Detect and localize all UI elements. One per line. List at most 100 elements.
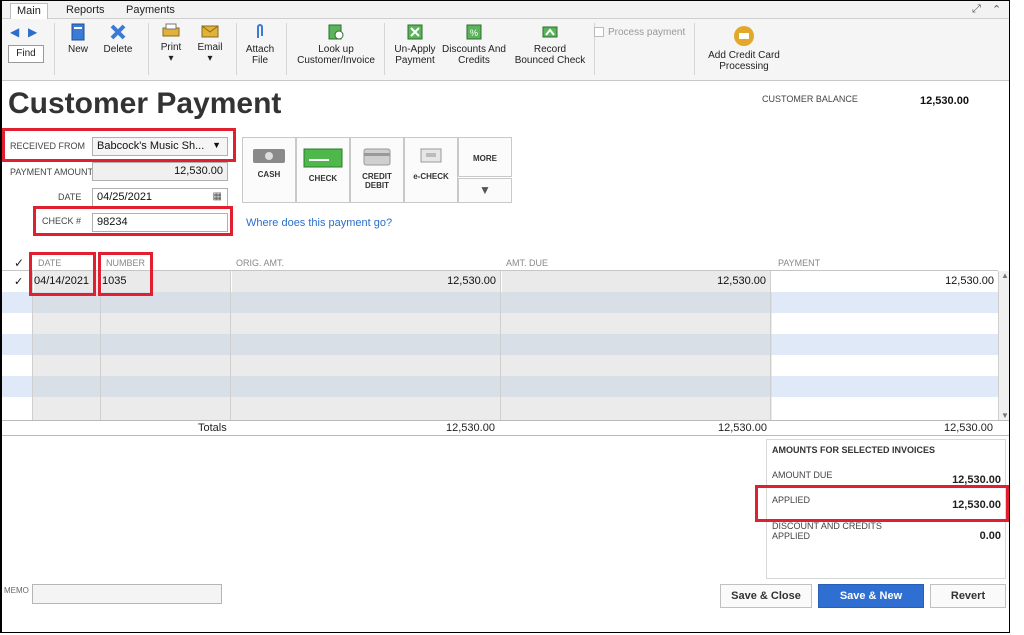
col-orig-amt[interactable]: ORIG. AMT. (236, 258, 284, 268)
delete-button[interactable]: Delete (100, 23, 136, 55)
bounced-label-1: Record (533, 44, 567, 55)
row-payment[interactable]: 12,530.00 (772, 271, 996, 292)
credit-card-circle-icon (734, 26, 754, 46)
more-methods-button[interactable]: MORE (458, 137, 512, 177)
date-value: 04/25/2021 (97, 191, 153, 203)
scroll-up-icon[interactable]: ▲ (1001, 271, 1009, 280)
payment-method-check[interactable]: CHECK (296, 137, 350, 203)
new-document-icon (71, 23, 85, 41)
delete-label: Delete (103, 44, 133, 55)
attach-label-2: File (251, 55, 269, 66)
save-new-button[interactable]: Save & New (818, 584, 924, 608)
cash-label: CASH (257, 170, 281, 179)
payment-method-echeck[interactable]: e-CHECK (404, 137, 458, 203)
readonly-columns-shade (32, 292, 772, 420)
print-label: Print (160, 42, 182, 53)
highlight-received-from (2, 128, 236, 162)
email-button[interactable]: Email ▾ (194, 23, 226, 64)
email-dropdown-icon[interactable]: ▾ (207, 53, 212, 64)
highlight-check-number (33, 206, 233, 236)
more-dropdown-arrow-icon[interactable]: ▼ (458, 178, 512, 203)
amounts-panel-title: AMOUNTS FOR SELECTED INVOICES (772, 445, 936, 455)
column-divider (230, 271, 231, 420)
save-close-button[interactable]: Save & Close (720, 584, 812, 608)
print-dropdown-icon[interactable]: ▾ (168, 53, 173, 64)
row-amt-due: 12,530.00 (502, 271, 770, 292)
calendar-icon[interactable]: ▦ (213, 191, 222, 202)
lookup-label-2: Customer/Invoice (297, 55, 375, 66)
select-all-check-icon[interactable]: ✓ (14, 256, 24, 270)
memo-input[interactable] (32, 584, 222, 604)
customer-payment-window: Main Reports Payments ⤢ ⌃ ◀ ▶ Find New D… (0, 0, 1010, 633)
grid-scrollbar[interactable]: ▲ ▼ (998, 271, 1009, 420)
totals-payment: 12,530.00 (944, 422, 993, 434)
check-label: CHECK (308, 174, 338, 183)
email-label: Email (197, 42, 223, 53)
lookup-label-1: Look up (318, 44, 354, 55)
more-label: MORE (473, 154, 497, 163)
email-icon (201, 25, 219, 38)
tab-payments[interactable]: Payments (120, 3, 181, 19)
totals-row: Totals 12,530.00 12,530.00 12,530.00 (2, 420, 1009, 436)
date-input[interactable]: 04/25/2021 ▦ (92, 188, 228, 207)
toolbar-divider (148, 23, 149, 75)
toolbar-divider (384, 23, 385, 75)
attach-label-1: Attach (245, 44, 275, 55)
cash-icon (253, 149, 285, 163)
lookup-customer-button[interactable]: Look up Customer/Invoice (294, 23, 378, 66)
discount-applied-label: APPLIED (772, 531, 811, 541)
unapply-payment-button[interactable]: Un-Apply Payment (390, 23, 440, 66)
add-credit-card-button[interactable]: Add Credit Card Processing (702, 25, 786, 72)
echeck-label: e-CHECK (413, 172, 449, 181)
discounts-label-2: Credits (458, 55, 490, 66)
echeck-icon (420, 148, 442, 163)
ribbon-tab-bar: Main Reports Payments ⤢ ⌃ (2, 1, 1009, 19)
prev-arrow-icon[interactable]: ◀ (10, 25, 19, 39)
toolbar-divider (236, 23, 237, 75)
highlight-applied (755, 485, 1009, 522)
find-button[interactable]: Find (8, 45, 44, 63)
next-arrow-icon[interactable]: ▶ (28, 25, 37, 39)
toolbar-divider (286, 23, 287, 75)
new-button[interactable]: New (64, 23, 92, 55)
amount-due-label: AMOUNT DUE (772, 470, 833, 480)
col-amt-due[interactable]: AMT. DUE (506, 258, 548, 268)
expand-icon[interactable]: ⤢ (972, 3, 981, 16)
toolbar-divider (54, 23, 55, 75)
date-label: DATE (58, 192, 82, 202)
payment-method-credit-debit[interactable]: CREDIT DEBIT (350, 137, 404, 203)
process-payment-label: Process payment (608, 27, 686, 38)
payment-amount-input[interactable]: 12,530.00 (92, 162, 228, 181)
discounts-label-1: Discounts And (442, 44, 506, 55)
where-payment-go-link[interactable]: Where does this payment go? (246, 217, 392, 229)
col-payment[interactable]: PAYMENT (778, 258, 820, 268)
add-cc-label-2: Processing (719, 61, 769, 72)
check-icon (303, 148, 343, 168)
row-orig-amt: 12,530.00 (232, 271, 500, 292)
unapply-icon (407, 24, 423, 40)
row-checked-icon[interactable]: ✓ (14, 271, 23, 292)
record-bounced-check-button[interactable]: Record Bounced Check (512, 23, 588, 66)
print-button[interactable]: Print ▾ (156, 23, 186, 64)
memo-label: MEMO (4, 586, 29, 595)
discount-value: 0.00 (979, 530, 1001, 542)
column-divider (770, 271, 771, 420)
toolbar-divider (694, 23, 695, 75)
payment-amount-label: PAYMENT AMOUNT (10, 167, 94, 177)
scroll-down-icon[interactable]: ▼ (1001, 411, 1009, 420)
revert-button[interactable]: Revert (930, 584, 1006, 608)
credit-card-icon (363, 148, 391, 166)
payment-method-cash[interactable]: CASH (242, 137, 296, 203)
customer-balance-label: CUSTOMER BALANCE (762, 94, 858, 104)
delete-x-icon (110, 24, 126, 40)
discounts-credits-button[interactable]: % Discounts And Credits (440, 23, 508, 66)
paperclip-icon (257, 24, 263, 38)
printer-icon (162, 23, 180, 37)
tab-reports[interactable]: Reports (60, 3, 111, 19)
process-payment-checkbox[interactable] (594, 27, 604, 37)
collapse-ribbon-icon[interactable]: ⌃ (992, 3, 1001, 16)
bounced-label-2: Bounced Check (514, 55, 586, 66)
discounts-icon: % (466, 24, 482, 40)
attach-file-button[interactable]: Attach File (242, 23, 278, 66)
tab-main[interactable]: Main (10, 3, 48, 19)
